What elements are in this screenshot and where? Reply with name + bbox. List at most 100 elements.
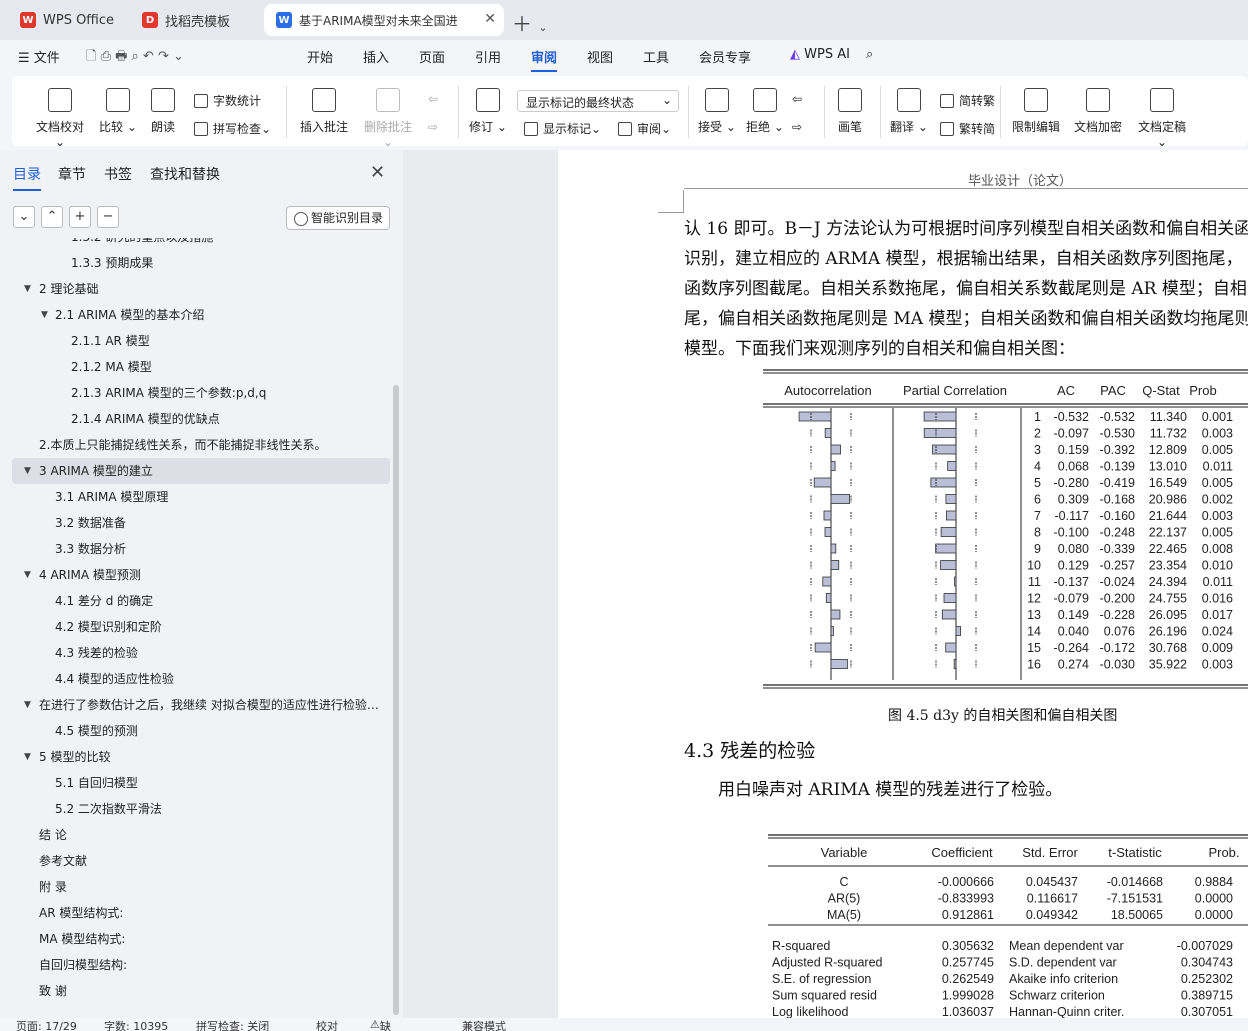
pac-value: -0.257 xyxy=(1100,559,1135,573)
file-menu[interactable]: ☰ 文件 xyxy=(18,47,60,66)
menu-review[interactable]: 审阅 xyxy=(531,47,558,72)
missing-font-status[interactable]: ⚠ 缺失字体 xyxy=(370,1018,391,1031)
tab-chapters[interactable]: 章节 xyxy=(58,164,86,184)
toc-item[interactable]: 结 论 xyxy=(0,822,388,848)
restrict-edit-button[interactable]: 限制编辑 xyxy=(1010,88,1062,135)
expand-icon[interactable]: ⌄ xyxy=(13,206,35,228)
chevron-down-icon[interactable]: ▼ xyxy=(24,562,31,588)
pac-value: -0.172 xyxy=(1100,641,1135,655)
menu-tools[interactable]: 工具 xyxy=(643,47,669,66)
toc-item[interactable]: 1.3.3 预期成果 xyxy=(0,250,388,276)
toc-item-label: 1.3.3 预期成果 xyxy=(71,256,154,270)
toc-item[interactable]: 4.1 差分 d 的确定 xyxy=(0,588,388,614)
tab-wps-office[interactable]: W WPS Office xyxy=(8,4,124,36)
translate-button[interactable]: 翻译 ⌄ xyxy=(890,88,928,135)
encrypt-button[interactable]: 文档加密 xyxy=(1072,88,1124,135)
accept-button[interactable]: 接受 ⌄ xyxy=(698,88,736,135)
delete-comment-icon xyxy=(376,88,400,112)
scrollbar[interactable] xyxy=(393,385,399,1015)
tab-toc[interactable]: 目录 xyxy=(13,164,41,191)
collapse-icon[interactable]: ⌃ xyxy=(41,206,63,228)
close-icon[interactable]: ✕ xyxy=(370,162,385,183)
tab-document[interactable]: W 基于ARIMA模型对未来全国进 ✕ xyxy=(264,4,504,36)
toc-item[interactable]: 4.4 模型的适应性检验 xyxy=(0,666,388,692)
toc-item[interactable]: 5.1 自回归模型 xyxy=(0,770,388,796)
toc-item[interactable]: ▼ 5 模型的比较 xyxy=(0,744,388,770)
tab-docer[interactable]: D 找稻壳模板 xyxy=(130,4,258,36)
table-cell: R-squared xyxy=(772,939,830,953)
proofread-status[interactable]: 校对 xyxy=(316,1018,338,1031)
review-pane-button[interactable]: 审阅 ⌄ xyxy=(618,120,671,137)
next-comment-icon[interactable]: ⇨ xyxy=(428,120,438,134)
toc-item[interactable]: 附 录 xyxy=(0,874,388,900)
compare-button[interactable]: 比较 ⌄ xyxy=(98,88,138,135)
reject-button[interactable]: 拒绝 ⌄ xyxy=(746,88,784,135)
wps-ai-button[interactable]: ◭ WPS AI xyxy=(790,47,850,62)
toc-item[interactable]: 4.2 模型识别和定阶 xyxy=(0,614,388,640)
menu-insert[interactable]: 插入 xyxy=(363,47,389,66)
toc-item[interactable]: ▼ 2.1 ARIMA 模型的基本介绍 xyxy=(0,302,388,328)
add-heading-icon[interactable]: + xyxy=(69,206,91,228)
tab-bookmarks[interactable]: 书签 xyxy=(104,164,132,184)
chevron-down-icon[interactable]: ▼ xyxy=(24,692,31,718)
next-change-icon[interactable]: ⇨ xyxy=(792,120,802,134)
menu-page[interactable]: 页面 xyxy=(419,47,445,66)
new-tab-icon[interactable]: ＋ ⌄ xyxy=(512,8,548,37)
chevron-down-icon[interactable]: ▼ xyxy=(24,744,31,770)
toc-item[interactable]: 自回归模型结构: xyxy=(0,952,388,978)
toc-item[interactable]: 4.5 模型的预测 xyxy=(0,718,388,744)
spell-check-button[interactable]: 拼写检查 ⌄ xyxy=(194,120,271,137)
search-icon[interactable]: ⌕ xyxy=(866,47,873,62)
insert-comment-button[interactable]: 插入批注 xyxy=(298,88,350,135)
delete-comment-button[interactable]: 删除批注 ⌄ xyxy=(358,88,418,149)
simp-to-trad-button[interactable]: 简转繁 xyxy=(940,92,995,109)
spell-status[interactable]: 拼写检查: 关闭 xyxy=(196,1018,269,1031)
word-count-button[interactable]: 字数统计 xyxy=(194,92,261,109)
toc-item[interactable]: AR 模型结构式: xyxy=(0,900,388,926)
toc-item[interactable]: 2.1.2 MA 模型 xyxy=(0,354,388,380)
show-markup-button[interactable]: 显示标记 ⌄ xyxy=(524,120,601,137)
toc-item[interactable]: 3.1 ARIMA 模型原理 xyxy=(0,484,388,510)
prev-comment-icon[interactable]: ⇦ xyxy=(428,92,438,106)
read-aloud-button[interactable]: 朗读 xyxy=(148,88,178,135)
toc-item[interactable]: 1.3.2 研究的重点以及措施 xyxy=(0,238,388,250)
menu-home[interactable]: 开始 xyxy=(307,47,333,66)
remove-heading-icon[interactable]: − xyxy=(97,206,119,228)
revise-button[interactable]: 修订 ⌄ xyxy=(468,88,508,135)
toc-item[interactable]: 2.1.4 ARIMA 模型的优缺点 xyxy=(0,406,388,432)
toc-item[interactable]: 参考文献 xyxy=(0,848,388,874)
prev-change-icon[interactable]: ⇦ xyxy=(792,92,802,106)
toc-item[interactable]: 2.本质上只能捕捉线性关系，而不能捕捉非线性关系。 xyxy=(0,432,388,458)
pen-button[interactable]: 画笔 xyxy=(834,88,866,135)
trad-to-simp-button[interactable]: 繁转简 xyxy=(940,120,995,137)
toc-item[interactable]: 2.1.1 AR 模型 xyxy=(0,328,388,354)
quick-tools-icons[interactable]: 🗋 ⎙ 🖶 ⌕ ↶ ↷ ⌄ xyxy=(86,47,184,69)
toc-item[interactable]: 3.2 数据准备 xyxy=(0,510,388,536)
toc-item[interactable]: 5.2 二次指数平滑法 xyxy=(0,796,388,822)
menu-references[interactable]: 引用 xyxy=(475,47,501,66)
tab-find-replace[interactable]: 查找和替换 xyxy=(150,164,220,184)
smart-toc-button[interactable]: 智能识别目录 xyxy=(286,206,390,230)
toc-item[interactable]: ▼ 3 ARIMA 模型的建立 xyxy=(12,458,390,484)
toc-item[interactable]: 致 谢 xyxy=(0,978,388,1004)
finalize-button[interactable]: 文档定稿 ⌄ xyxy=(1132,88,1192,149)
toc-item[interactable]: ▼ 在进行了参数估计之后，我继续 对拟合模型的适应性进行检验，如果原假设成立 xyxy=(0,692,388,718)
doc-check-button[interactable]: 文档校对 ⌄ xyxy=(30,88,90,149)
toc-item[interactable]: ▼ 4 ARIMA 模型预测 xyxy=(0,562,388,588)
word-count[interactable]: 字数: 10395 xyxy=(104,1018,168,1031)
markup-state-select[interactable]: 显示标记的最终状态 ⌄ xyxy=(517,90,679,112)
close-tab-icon[interactable]: ✕ xyxy=(484,11,496,27)
page-count[interactable]: 页面: 17/29 xyxy=(16,1018,77,1031)
toc-item[interactable]: 4.3 残差的检验 xyxy=(0,640,388,666)
toc-item[interactable]: MA 模型结构式: xyxy=(0,926,388,952)
pac-value: -0.168 xyxy=(1100,493,1135,507)
toc-item[interactable]: 2.1.3 ARIMA 模型的三个参数:p,d,q xyxy=(0,380,388,406)
menu-view[interactable]: 视图 xyxy=(587,47,613,66)
menu-member[interactable]: 会员专享 xyxy=(699,47,751,66)
chevron-down-icon[interactable]: ▼ xyxy=(41,302,48,328)
chevron-down-icon[interactable]: ▼ xyxy=(24,458,31,484)
toc-item[interactable]: 3.3 数据分析 xyxy=(0,536,388,562)
chevron-down-icon[interactable]: ▼ xyxy=(24,276,31,302)
toc-item[interactable]: ▼ 2 理论基础 xyxy=(0,276,388,302)
body-paragraph: 认 16 即可。B－J 方法论认为可根据时间序列模型自相关函数和偏自相关函 识别… xyxy=(684,214,1248,364)
